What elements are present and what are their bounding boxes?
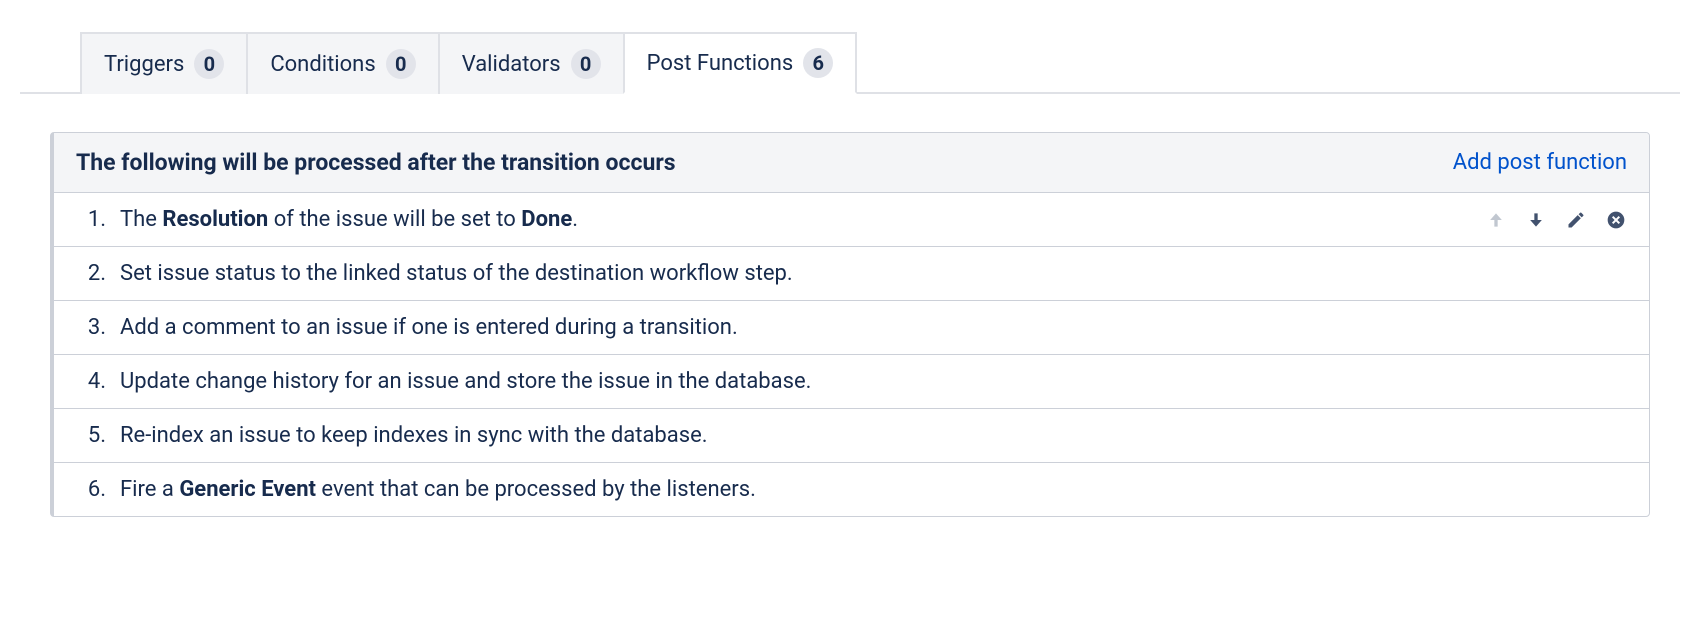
tab-count-badge: 6	[803, 48, 833, 78]
tab-conditions[interactable]: Conditions 0	[246, 32, 439, 94]
row-description: Update change history for an issue and s…	[120, 369, 1627, 394]
row-actions	[1485, 209, 1627, 231]
row-number: 1.	[70, 207, 120, 232]
post-functions-panel: The following will be processed after th…	[50, 132, 1650, 517]
tab-count-badge: 0	[194, 49, 224, 79]
tab-triggers[interactable]: Triggers 0	[80, 32, 248, 94]
text: event that can be processed by the liste…	[316, 477, 756, 502]
tab-validators[interactable]: Validators 0	[438, 32, 625, 94]
post-function-row: 5.Re-index an issue to keep indexes in s…	[54, 409, 1649, 463]
tab-label: Triggers	[104, 52, 184, 77]
panel-header: The following will be processed after th…	[54, 133, 1649, 193]
row-number: 4.	[70, 369, 120, 394]
post-function-row: 3.Add a comment to an issue if one is en…	[54, 301, 1649, 355]
bold-text: Done	[521, 207, 572, 232]
post-function-row: 6.Fire a Generic Event event that can be…	[54, 463, 1649, 516]
text: .	[572, 207, 578, 232]
post-function-row: 1.The Resolution of the issue will be se…	[54, 193, 1649, 247]
row-description: Re-index an issue to keep indexes in syn…	[120, 423, 1627, 448]
row-description: Set issue status to the linked status of…	[120, 261, 1627, 286]
move-up-icon	[1485, 209, 1507, 231]
tab-count-badge: 0	[386, 49, 416, 79]
row-number: 5.	[70, 423, 120, 448]
tab-count-badge: 0	[571, 49, 601, 79]
row-number: 2.	[70, 261, 120, 286]
post-functions-list: 1.The Resolution of the issue will be se…	[54, 193, 1649, 516]
post-function-row: 2.Set issue status to the linked status …	[54, 247, 1649, 301]
bold-text: Generic Event	[179, 477, 316, 502]
move-down-icon[interactable]	[1525, 209, 1547, 231]
row-number: 6.	[70, 477, 120, 502]
delete-icon[interactable]	[1605, 209, 1627, 231]
post-function-row: 4.Update change history for an issue and…	[54, 355, 1649, 409]
text: Fire a	[120, 477, 179, 502]
panel-title: The following will be processed after th…	[76, 149, 676, 176]
row-description: Fire a Generic Event event that can be p…	[120, 477, 1627, 502]
tab-label: Conditions	[270, 52, 375, 77]
text: Set issue status to the linked status of…	[120, 261, 793, 286]
row-number: 3.	[70, 315, 120, 340]
text: Update change history for an issue and s…	[120, 369, 811, 394]
add-post-function-link[interactable]: Add post function	[1453, 150, 1627, 175]
tab-post-functions[interactable]: Post Functions 6	[623, 32, 858, 94]
tab-label: Post Functions	[647, 51, 794, 76]
row-description: Add a comment to an issue if one is ente…	[120, 315, 1627, 340]
text: The	[120, 207, 162, 232]
bold-text: Resolution	[162, 207, 268, 232]
text: Re-index an issue to keep indexes in syn…	[120, 423, 708, 448]
tab-label: Validators	[462, 52, 561, 77]
tabs-bar: Triggers 0 Conditions 0 Validators 0 Post Func…	[20, 30, 1680, 94]
text: Add a comment to an issue if one is ente…	[120, 315, 738, 340]
edit-icon[interactable]	[1565, 209, 1587, 231]
row-description: The Resolution of the issue will be set …	[120, 207, 1485, 232]
text: of the issue will be set to	[268, 207, 521, 232]
